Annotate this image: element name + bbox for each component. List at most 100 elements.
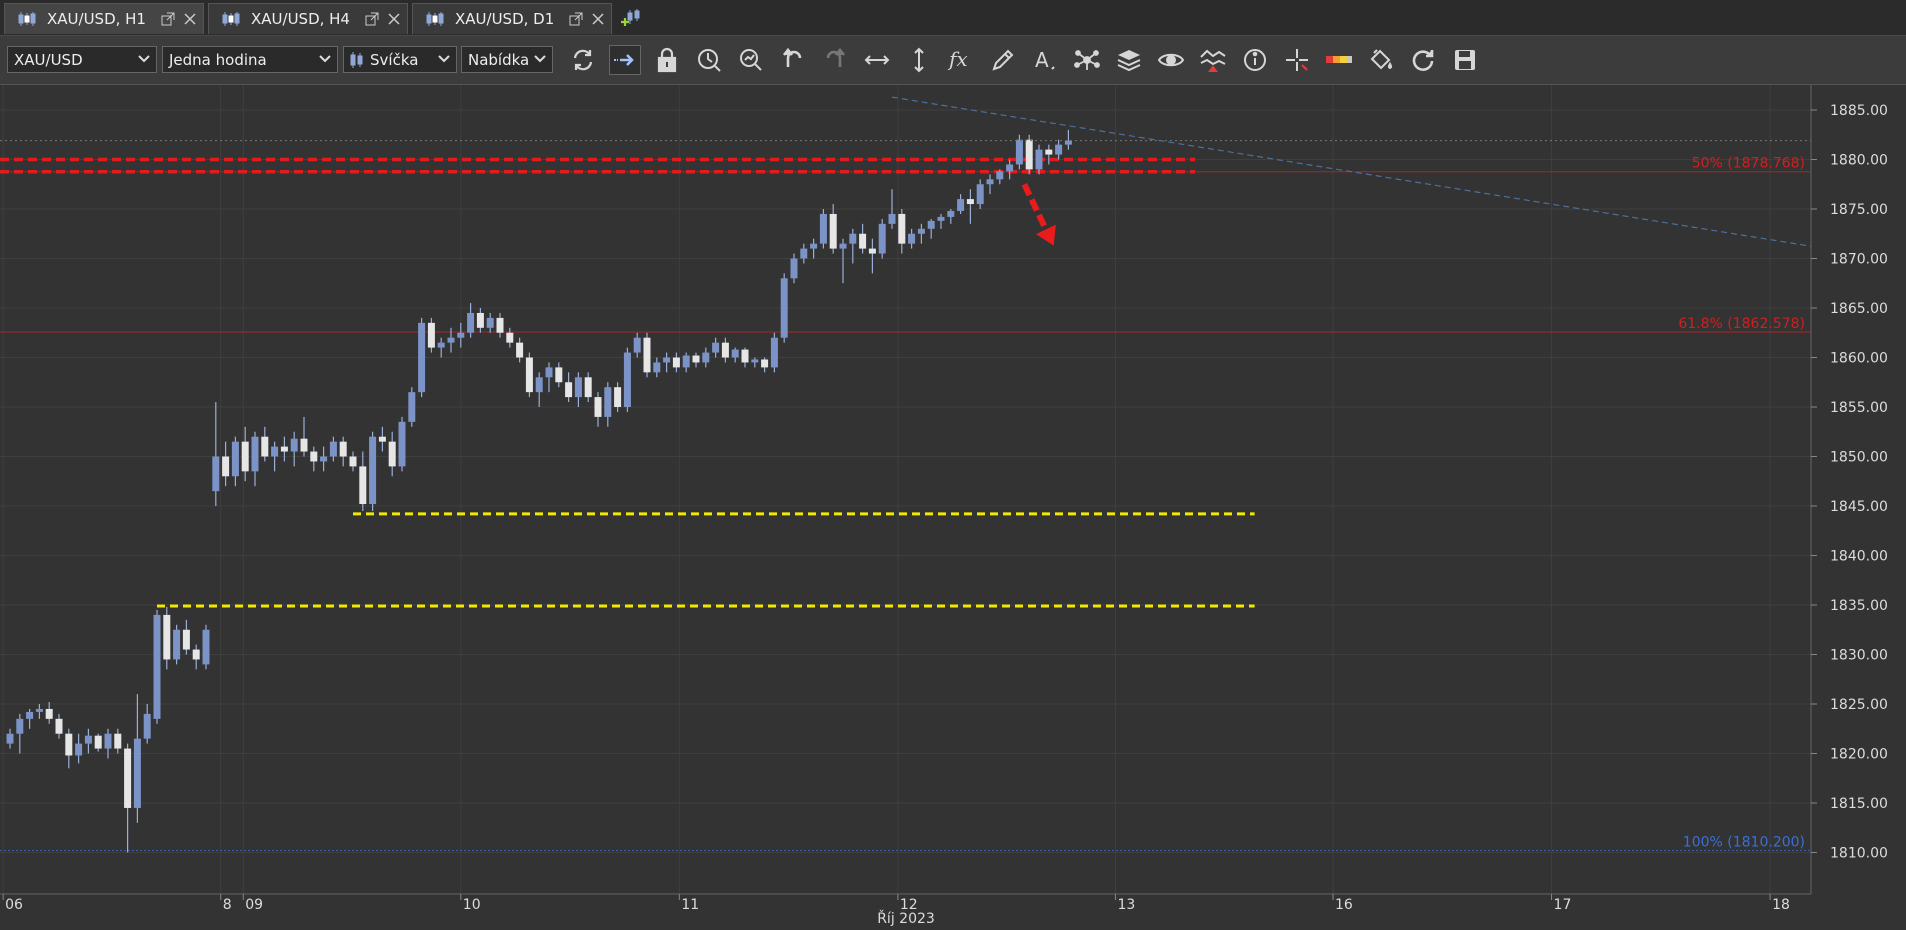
price-tick-label: 1875.00 — [1830, 202, 1888, 218]
candle-body — [917, 228, 925, 234]
detach-icon[interactable] — [159, 10, 177, 28]
price-tick-label: 1870.00 — [1830, 252, 1888, 268]
time-tick-label: 16 — [1335, 897, 1353, 913]
shift-icon[interactable] — [609, 45, 641, 75]
candle-body — [329, 441, 337, 457]
instrument-select[interactable]: XAU/USD — [7, 46, 157, 73]
info-icon[interactable] — [1239, 45, 1271, 75]
pattern-icon[interactable] — [1071, 45, 1103, 75]
period-value: Jedna hodina — [169, 50, 267, 69]
close-icon[interactable] — [385, 10, 403, 28]
candle-body — [45, 708, 53, 719]
color-scale-icon[interactable] — [1323, 45, 1355, 75]
chart-type-value: Svíčka — [370, 50, 419, 69]
time-tick-label: 8 — [223, 897, 232, 913]
text-tool-icon[interactable]: A — [1029, 45, 1061, 75]
chevron-down-icon — [318, 51, 332, 71]
candle-body — [1035, 149, 1043, 170]
candle-body — [271, 446, 279, 457]
candle-body — [682, 355, 690, 368]
candle-body — [398, 421, 406, 467]
candle-body — [447, 337, 455, 343]
candle-body — [496, 317, 504, 333]
refresh-icon[interactable] — [567, 45, 599, 75]
chevron-down-icon — [533, 51, 547, 71]
candle-body — [947, 210, 955, 217]
crosshair-icon[interactable] — [1281, 45, 1313, 75]
candle-body — [770, 337, 778, 368]
candle-body — [731, 349, 739, 358]
reload-icon[interactable] — [1407, 45, 1439, 75]
candle-body — [486, 317, 494, 328]
price-tick-label: 1850.00 — [1830, 450, 1888, 466]
candle-body — [976, 184, 984, 205]
fit-horizontal-icon[interactable] — [861, 45, 893, 75]
svg-text:A: A — [1035, 48, 1049, 72]
price-side-select[interactable]: Nabídka — [461, 46, 553, 73]
detach-icon[interactable] — [567, 10, 585, 28]
plot-area[interactable] — [0, 85, 1811, 894]
candle-body — [427, 322, 435, 348]
candle-body — [231, 441, 239, 477]
tab-xauusd-d1[interactable]: XAU/USD, D1 — [412, 3, 612, 34]
close-icon[interactable] — [181, 10, 199, 28]
candle-body — [810, 243, 818, 249]
candle-body — [349, 456, 357, 467]
candle-body — [290, 438, 298, 452]
chevron-down-icon — [437, 51, 451, 71]
layers-icon[interactable] — [1113, 45, 1145, 75]
tab-xauusd-h1[interactable]: XAU/USD, H1 — [4, 3, 204, 34]
candle-body — [535, 377, 543, 393]
lock-icon[interactable] — [651, 45, 683, 75]
candle-body — [878, 223, 886, 254]
price-tick-label: 1825.00 — [1830, 697, 1888, 713]
candle-body — [957, 199, 965, 211]
price-chart[interactable]: 50% (1878.768) 61.8% (1862.578) 100% (1810… — [0, 85, 1906, 930]
new-chart-icon[interactable] — [620, 7, 644, 29]
price-tick-label: 1880.00 — [1830, 153, 1888, 169]
candle-body — [653, 362, 661, 373]
zoom-icon[interactable] — [735, 45, 767, 75]
candle-body — [1015, 139, 1023, 165]
candle-body — [839, 243, 847, 249]
candle-body — [996, 171, 1004, 180]
time-axis[interactable] — [0, 894, 1906, 930]
candle-body — [525, 357, 533, 393]
candle-body — [251, 436, 259, 472]
candle-body — [35, 708, 43, 712]
candle-body — [859, 233, 867, 249]
indicator-fx-icon[interactable]: fx — [945, 45, 977, 75]
candle-body — [555, 367, 563, 383]
tab-xauusd-h4[interactable]: XAU/USD, H4 — [208, 3, 408, 34]
signal-icon[interactable] — [1197, 45, 1229, 75]
price-tick-label: 1840.00 — [1830, 549, 1888, 565]
candlestick-icon — [425, 11, 445, 27]
candle-body — [26, 711, 34, 719]
candle-body — [163, 614, 171, 660]
fit-vertical-icon[interactable] — [903, 45, 935, 75]
candle-body — [604, 387, 612, 417]
candle-body — [280, 446, 288, 452]
candle-body — [1006, 164, 1014, 172]
time-tick-label: 06 — [5, 897, 23, 913]
candle-body — [986, 179, 994, 185]
candle-body — [378, 436, 386, 442]
candle-body — [339, 441, 347, 457]
candle-body — [790, 258, 798, 279]
time-tick-label: 17 — [1554, 897, 1572, 913]
period-select[interactable]: Jedna hodina — [162, 46, 338, 73]
paint-bucket-icon[interactable] — [1365, 45, 1397, 75]
redo-icon[interactable] — [819, 45, 851, 75]
undo-icon[interactable] — [777, 45, 809, 75]
eye-icon[interactable] — [1155, 45, 1187, 75]
candle-body — [300, 438, 308, 452]
candle-body — [75, 743, 83, 756]
chart-type-select[interactable]: Svíčka — [343, 46, 457, 73]
zoom-period-icon[interactable] — [693, 45, 725, 75]
close-icon[interactable] — [589, 10, 607, 28]
pencil-icon[interactable] — [987, 45, 1019, 75]
tab-label: XAU/USD, D1 — [455, 10, 555, 28]
save-icon[interactable] — [1449, 45, 1481, 75]
candle-body — [868, 248, 876, 254]
detach-icon[interactable] — [363, 10, 381, 28]
